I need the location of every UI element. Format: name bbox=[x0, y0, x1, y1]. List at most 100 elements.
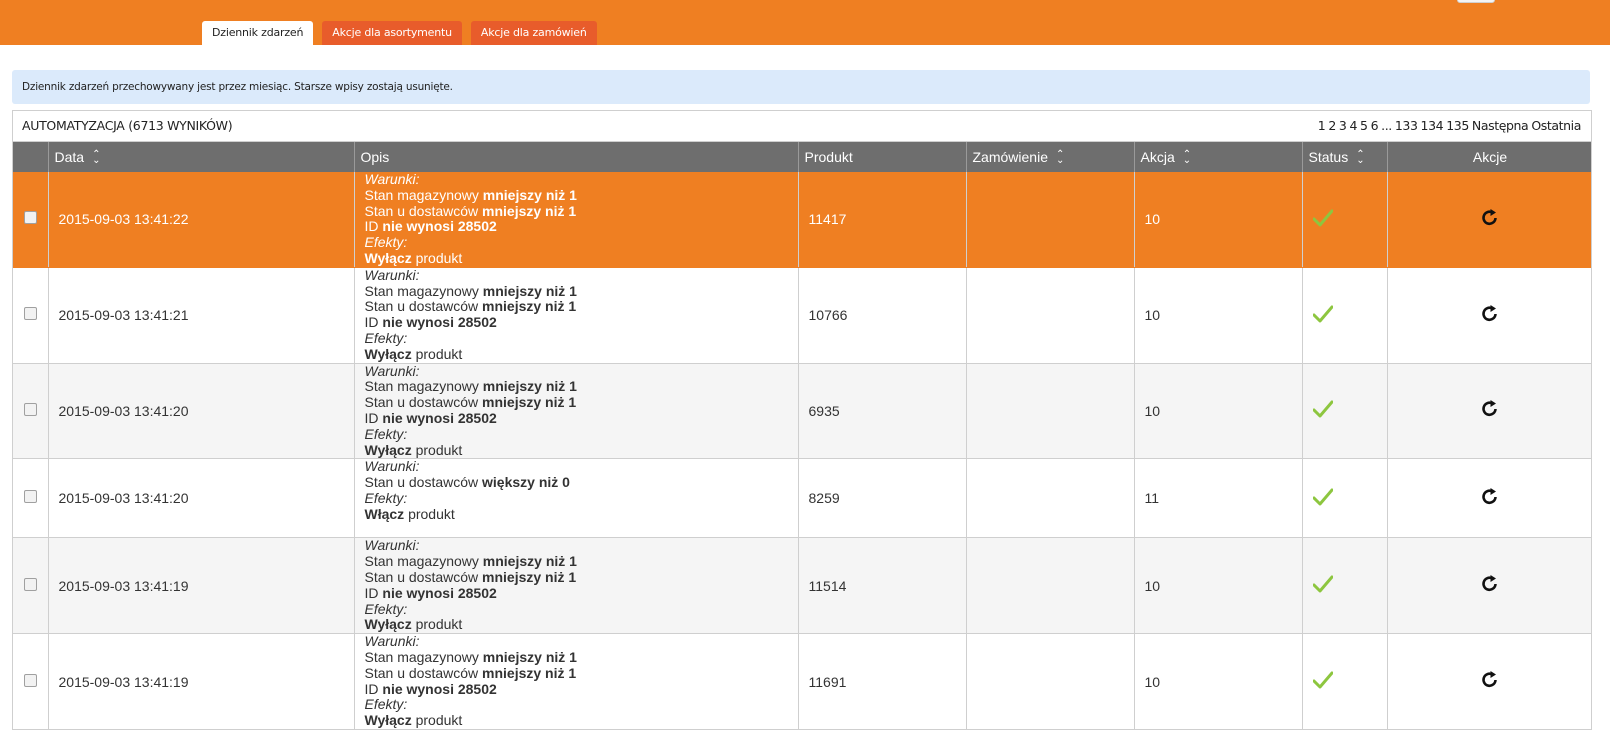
condition-rule: mniejszy niż 1 bbox=[482, 282, 577, 299]
condition-subject: ID bbox=[364, 218, 383, 235]
condition-line: Stan u dostawców mniejszy niż 1 bbox=[364, 298, 788, 315]
effects-label: Efekty: bbox=[364, 489, 408, 506]
pagination-link[interactable]: 134 bbox=[1421, 118, 1444, 133]
pagination-link[interactable]: 1 bbox=[1318, 118, 1326, 133]
status-cell bbox=[1302, 458, 1388, 539]
header-status-label: Status bbox=[1308, 149, 1349, 165]
conditions-label: Warunki: bbox=[364, 266, 420, 283]
pagination-link[interactable]: 3 bbox=[1339, 118, 1347, 133]
status-cell bbox=[1302, 267, 1388, 364]
header-order[interactable]: Zamówienie ⌃ ⌄ bbox=[966, 142, 1135, 172]
condition-line: Stan u dostawców mniejszy niż 1 bbox=[364, 664, 788, 682]
condition-line: Stan magazynowy mniejszy niż 1 bbox=[365, 378, 788, 395]
refresh-icon[interactable] bbox=[1480, 487, 1500, 510]
order-cell bbox=[966, 172, 1135, 268]
refresh-icon[interactable] bbox=[1480, 304, 1500, 327]
tab-event-log[interactable]: Dziennik zdarzeń bbox=[202, 21, 314, 45]
condition-subject: Stan u dostawców bbox=[364, 298, 483, 315]
effect-line: Wyłącz produkt bbox=[364, 616, 788, 633]
pagination-link[interactable]: 4 bbox=[1349, 118, 1357, 133]
conditions-label: Warunki: bbox=[364, 171, 420, 187]
refresh-icon[interactable] bbox=[1480, 399, 1500, 422]
header-actions: Akcje bbox=[1387, 142, 1591, 172]
effect-object: produkt bbox=[411, 345, 463, 362]
effect-verb: Włącz bbox=[364, 505, 405, 522]
table-row: 2015-09-03 13:41:19 Warunki: Stan magazy… bbox=[13, 537, 1591, 635]
pagination-link[interactable]: 135 bbox=[1446, 118, 1469, 133]
refresh-icon[interactable] bbox=[1480, 574, 1500, 597]
tab-assortment-actions[interactable]: Akcje dla asortymentu bbox=[322, 21, 462, 45]
condition-line: ID nie wynosi 28502 bbox=[365, 314, 788, 331]
results-panel: AUTOMATYZACJA (6713 WYNIKÓW) 1 2 3 4 5 6... 13… bbox=[12, 110, 1592, 730]
row-checkbox[interactable] bbox=[23, 402, 37, 416]
actions-cell bbox=[1387, 458, 1591, 539]
header-date-label: Data bbox=[54, 149, 85, 165]
condition-rule: nie wynosi 28502 bbox=[382, 218, 497, 235]
product-cell: 11691 bbox=[798, 633, 967, 730]
condition-rule: mniejszy niż 1 bbox=[482, 202, 577, 219]
panel-header: AUTOMATYZACJA (6713 WYNIKÓW) 1 2 3 4 5 6... 13… bbox=[13, 111, 1591, 142]
tab-order-actions[interactable]: Akcje dla zamówień bbox=[470, 21, 597, 45]
row-checkbox[interactable] bbox=[23, 211, 37, 225]
sort-icon[interactable]: ⌃ ⌄ bbox=[1356, 150, 1364, 166]
table-row: 2015-09-03 13:41:22 Warunki: Stan magazy… bbox=[13, 171, 1591, 268]
effect-object: produkt bbox=[411, 441, 463, 458]
status-cell bbox=[1302, 363, 1388, 460]
condition-rule: mniejszy niż 1 bbox=[482, 664, 577, 681]
refresh-icon[interactable] bbox=[1480, 208, 1500, 231]
date-cell: 2015-09-03 13:41:20 bbox=[48, 363, 355, 460]
row-checkbox[interactable] bbox=[23, 577, 37, 591]
sort-icon[interactable]: ⌃ ⌄ bbox=[1183, 150, 1191, 166]
condition-line: Stan magazynowy mniejszy niż 1 bbox=[365, 649, 788, 666]
product-cell: 6935 bbox=[798, 363, 967, 460]
header-actions-label: Akcje bbox=[1472, 149, 1508, 165]
conditions-label: Warunki: bbox=[364, 458, 420, 475]
pagination-link[interactable]: Następna bbox=[1472, 118, 1529, 133]
row-select-cell bbox=[13, 458, 49, 539]
pagination-link[interactable]: 133 bbox=[1395, 118, 1418, 133]
header-product: Produkt bbox=[798, 142, 967, 172]
row-checkbox[interactable] bbox=[23, 490, 37, 504]
pagination-link[interactable]: 2 bbox=[1328, 118, 1336, 133]
event-table: Data ⌃ ⌄ Opis Produkt Zamówienie ⌃ ⌄ Akcja ⌃ ⌄… bbox=[13, 142, 1591, 730]
pagination-link[interactable]: 6 bbox=[1371, 118, 1379, 133]
condition-subject: Stan u dostawców bbox=[364, 664, 483, 681]
condition-rule: mniejszy niż 1 bbox=[482, 186, 577, 203]
sort-icon[interactable]: ⌃ ⌄ bbox=[92, 150, 100, 166]
refresh-icon[interactable] bbox=[1480, 670, 1500, 693]
effect-verb: Wyłącz bbox=[364, 712, 412, 729]
actions-cell bbox=[1387, 633, 1591, 730]
actions-cell bbox=[1387, 267, 1591, 364]
status-cell bbox=[1302, 537, 1388, 635]
description-cell: Warunki: Stan magazynowy mniejszy niż 1S… bbox=[354, 633, 799, 730]
date-cell: 2015-09-03 13:41:19 bbox=[48, 537, 355, 635]
row-select-cell bbox=[13, 172, 49, 268]
action-cell: 10 bbox=[1134, 633, 1303, 730]
row-select-cell bbox=[13, 267, 49, 364]
effect-object: produkt bbox=[404, 505, 455, 522]
action-cell: 10 bbox=[1134, 267, 1303, 364]
condition-rule: nie wynosi 28502 bbox=[382, 409, 497, 426]
header-status[interactable]: Status ⌃ ⌄ bbox=[1302, 142, 1388, 172]
table-row: 2015-09-03 13:41:20 Warunki: Stan magazy… bbox=[13, 363, 1591, 460]
sort-icon[interactable]: ⌃ ⌄ bbox=[1056, 150, 1064, 166]
check-icon bbox=[1312, 209, 1333, 230]
condition-rule: nie wynosi 28502 bbox=[382, 680, 497, 697]
header-action[interactable]: Akcja ⌃ ⌄ bbox=[1134, 142, 1303, 172]
effect-line: Wyłącz produkt bbox=[365, 345, 788, 363]
condition-subject: Stan magazynowy bbox=[364, 553, 483, 570]
effect-verb: Wyłącz bbox=[364, 441, 412, 458]
tab-bar: Dziennik zdarzeń Akcje dla asortymentu A… bbox=[202, 21, 606, 45]
effect-verb: Wyłącz bbox=[364, 616, 412, 633]
effect-line: Wyłącz produkt bbox=[364, 441, 788, 459]
pagination-link[interactable]: 5 bbox=[1360, 118, 1368, 133]
effect-object: produkt bbox=[411, 712, 463, 729]
header-date[interactable]: Data ⌃ ⌄ bbox=[48, 142, 355, 172]
row-checkbox[interactable] bbox=[23, 307, 37, 321]
row-checkbox[interactable] bbox=[23, 673, 37, 687]
check-icon bbox=[1312, 671, 1333, 692]
top-corner-button[interactable] bbox=[1457, 0, 1495, 3]
product-cell: 11417 bbox=[798, 172, 967, 268]
pagination-link[interactable]: Ostatnia bbox=[1531, 118, 1581, 133]
conditions-label: Warunki: bbox=[364, 537, 420, 554]
